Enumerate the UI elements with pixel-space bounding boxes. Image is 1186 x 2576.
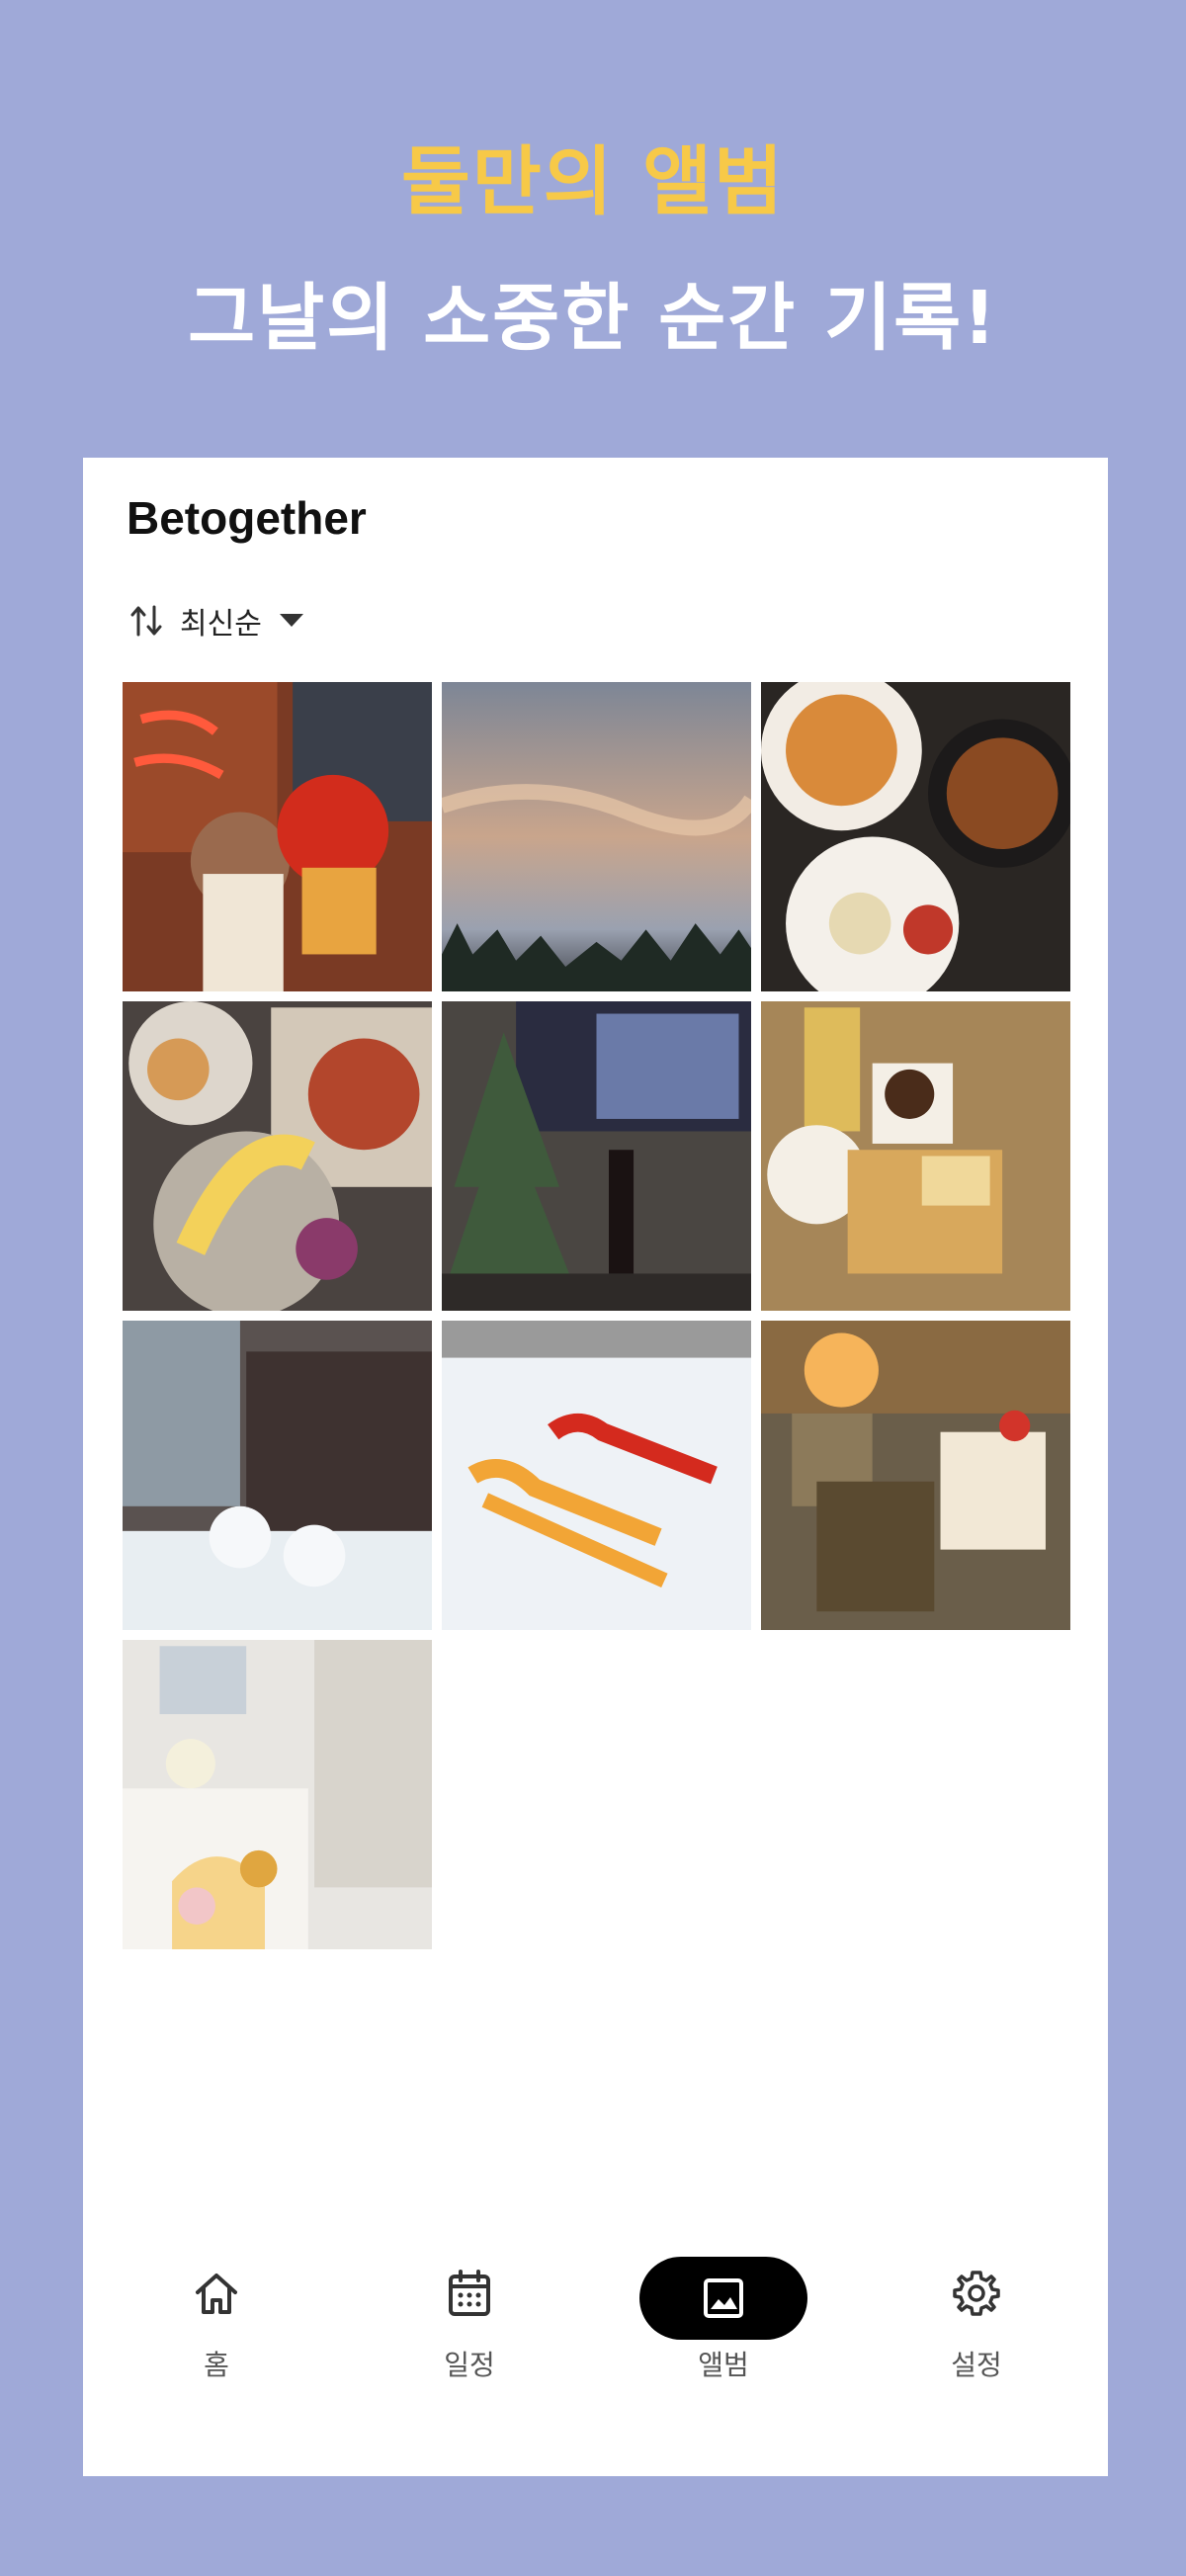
photo-snow-ducks (123, 1321, 432, 1630)
promo-banner: 둘만의 앨범 그날의 소중한 순간 기록! (0, 0, 1186, 455)
nav-item-schedule[interactable]: 일정 (385, 2247, 553, 2395)
photo-tile[interactable] (761, 1321, 1070, 1630)
photo-tile[interactable] (442, 1321, 751, 1630)
photo-tile[interactable] (761, 1001, 1070, 1311)
promo-headline: 둘만의 앨범 (400, 137, 786, 225)
promo-subheadline: 그날의 소중한 순간 기록! (188, 276, 998, 361)
photo-food-plates (761, 682, 1070, 991)
sort-arrows-icon (130, 605, 162, 637)
gear-icon (953, 2271, 1000, 2316)
photo-cafe-desserts (761, 1321, 1070, 1630)
photo-tile[interactable] (123, 1321, 432, 1630)
bottom-nav: 홈 일정 앨범 설정 (83, 2247, 1108, 2405)
photo-sunset-sky (442, 682, 751, 991)
caret-down-icon (279, 614, 303, 627)
nav-label-home: 홈 (204, 2349, 229, 2381)
app-title: Betogether (127, 492, 367, 544)
photo-christmas-tree (442, 1001, 751, 1311)
photo-tile[interactable] (442, 1001, 751, 1311)
photo-snowball-makers (442, 1321, 751, 1630)
nav-label-settings: 설정 (951, 2349, 1002, 2381)
nav-label-schedule: 일정 (444, 2349, 495, 2381)
app-screen: Betogether 최신순 홈 일정 앨범 설정 (83, 458, 1108, 2476)
nav-label-album: 앨범 (698, 2349, 749, 2381)
photo-tile[interactable] (123, 1640, 432, 1949)
photo-tile[interactable] (442, 682, 751, 991)
photo-room-corner (123, 1640, 432, 1949)
photo-tile[interactable] (123, 682, 432, 991)
nav-item-settings[interactable]: 설정 (892, 2247, 1060, 2395)
image-icon (704, 2278, 743, 2318)
photo-coffee-toast (761, 1001, 1070, 1311)
nav-item-album[interactable]: 앨범 (639, 2247, 807, 2395)
sort-label: 최신순 (180, 607, 262, 642)
photo-tile[interactable] (761, 682, 1070, 991)
home-icon (196, 2274, 237, 2314)
photo-tile[interactable] (123, 1001, 432, 1311)
nav-item-home[interactable]: 홈 (132, 2247, 300, 2395)
calendar-icon (449, 2270, 490, 2316)
sort-dropdown[interactable]: 최신순 (128, 596, 303, 645)
photo-brunch (123, 1001, 432, 1311)
photo-ice-cream (123, 682, 432, 991)
